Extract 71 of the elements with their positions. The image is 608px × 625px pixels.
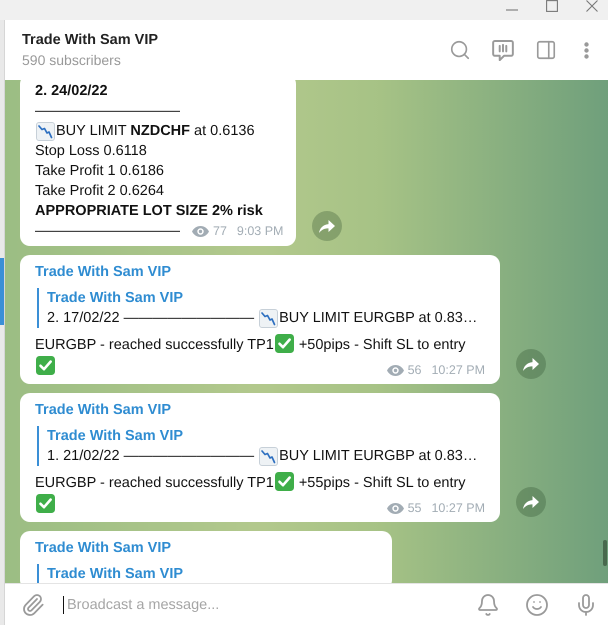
sender-name[interactable]: Trade With Sam VIP [35,400,172,420]
message-text: BUY LIMIT EURGBP at 0.83… [279,447,478,466]
message-text: EURGBP - reached successfully TP1 [35,337,274,353]
message-text: Stop Loss 0.6118 [35,142,147,161]
quote-author: Trade With Sam VIP [47,565,184,583]
message-time: 10:27 PM [431,501,485,515]
search-button[interactable] [449,39,471,61]
discussion-button[interactable] [492,40,514,60]
check-mark-icon [36,356,55,375]
message-text: Take Profit 2 0.6264 [35,182,164,201]
maximize-button[interactable] [546,0,558,12]
view-count: 77 [213,224,227,238]
check-mark-icon [36,494,55,513]
message-text: —————————— [35,102,180,121]
check-mark-icon [274,334,294,353]
reply-quote[interactable]: Trade With Sam VIP 2. 17/02/22 ————————— BUY LIMIT EURGBP at 0.83… [37,288,485,328]
paperclip-icon [21,592,45,616]
emoji-button[interactable] [525,592,549,616]
scrollbar-thumb[interactable] [603,540,607,566]
sender-name[interactable]: Trade With Sam VIP [35,262,172,282]
subscriber-count: 590 subscribers [22,51,121,70]
message-text: APPROPRIATE LOT SIZE 2% risk [35,202,263,221]
chart-down-icon [259,446,278,466]
message-time: 9:03 PM [236,224,284,238]
forward-button[interactable] [516,487,546,517]
message-text: 2. 24/02/22 [35,82,108,101]
channel-title: Trade With Sam VIP [22,31,158,50]
chat-bubble-icon [492,40,514,60]
more-icon [584,42,589,58]
eye-icon [386,502,404,514]
message-text: Take Profit 1 0.6186 [35,162,164,181]
message-text: 2. 17/02/22 ————————— [47,309,256,328]
view-count: 56 [408,363,422,377]
sender-name[interactable]: Trade With Sam VIP [35,538,172,558]
message-text: BUY LIMIT EURGBP at 0.83… [279,309,478,328]
message-text: EURGBP - reached successfully TP1 [35,475,274,491]
message-text: +55pips - Shift SL to entry [298,475,467,491]
side-panel-button[interactable] [535,39,557,61]
notification-button[interactable] [476,592,500,616]
close-button[interactable] [586,0,598,12]
quote-author: Trade With Sam VIP [47,427,184,446]
bell-icon [476,592,500,616]
search-icon [449,39,471,61]
chart-down-icon [259,308,278,328]
eye-icon [192,226,209,236]
minimize-icon [506,9,518,11]
forward-arrow-icon [523,496,539,508]
minimize-button[interactable] [506,9,518,11]
message-text: BUY LIMIT NZDCHF at 0.6136 [56,122,255,141]
reply-quote[interactable]: Trade With Sam VIP 1. 21/02/22 ————————— BUY LIMIT EURGBP at 0.83… [37,426,485,466]
close-icon [586,0,598,12]
rule-text: —————————— [35,222,180,241]
forward-button[interactable] [516,349,546,379]
forward-arrow-icon [523,358,539,370]
quote-author: Trade With Sam VIP [47,289,184,308]
attach-button[interactable] [21,592,45,616]
maximize-icon [546,0,558,12]
view-count: 55 [408,501,422,515]
message-text: 1. 21/02/22 ————————— [47,447,256,466]
smile-icon [525,592,549,616]
selection-indicator [0,258,4,325]
more-button[interactable] [584,42,589,58]
forward-arrow-icon [319,220,336,232]
eye-icon [386,364,404,376]
message-time: 10:27 PM [431,363,485,377]
side-panel-icon [535,39,557,61]
message-text: +50pips - Shift SL to entry [298,337,467,353]
chart-down-icon [36,122,55,140]
message-input[interactable]: Broadcast a message... [63,596,458,614]
forward-button[interactable] [312,211,342,241]
check-mark-icon [274,472,294,491]
